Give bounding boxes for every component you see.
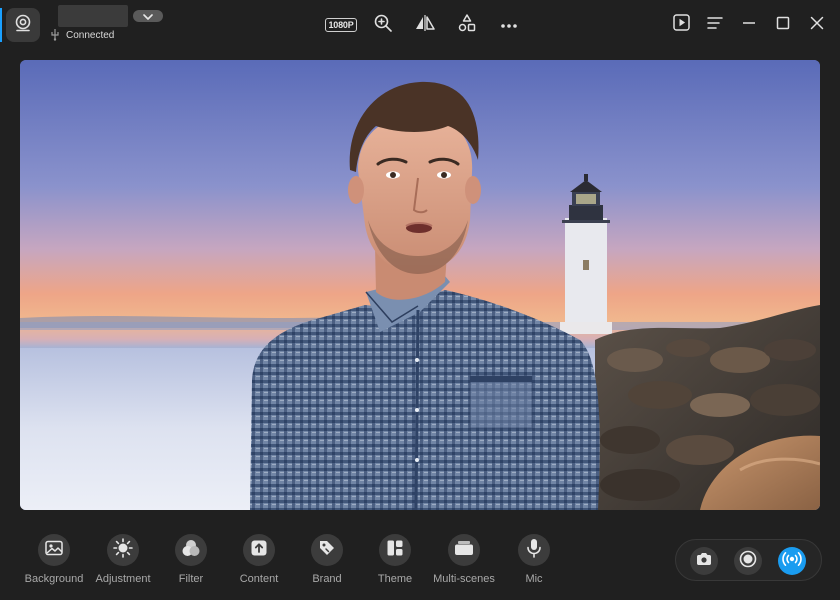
tool-circle — [311, 534, 343, 566]
layout-button[interactable] — [446, 12, 488, 38]
record-button[interactable] — [734, 547, 762, 575]
broadcast-icon — [781, 551, 803, 572]
active-indicator — [0, 8, 2, 42]
tool-label: Multi-scenes — [433, 573, 495, 585]
tool-circle — [38, 534, 70, 566]
tool-circle — [379, 534, 411, 566]
title-bar: Connected 1080P — [0, 0, 840, 50]
bottom-toolbar: Background Adjustment Filter Content Bra… — [0, 520, 840, 600]
theme-icon — [386, 539, 404, 562]
tag-icon — [318, 539, 336, 562]
more-button[interactable] — [488, 12, 530, 38]
tool-circle — [175, 534, 207, 566]
tool-label: Background — [24, 573, 84, 585]
tool-label: Brand — [312, 573, 342, 585]
mirror-icon — [415, 14, 435, 36]
record-icon — [739, 550, 757, 573]
mic-icon — [526, 538, 542, 563]
view-tools: 1080P — [320, 12, 530, 38]
close-button[interactable] — [800, 12, 834, 38]
webcam-button[interactable] — [6, 8, 40, 42]
maximize-icon — [776, 16, 790, 35]
maximize-button[interactable] — [766, 12, 800, 38]
tool-circle — [107, 534, 139, 566]
chevron-down-icon — [143, 7, 153, 25]
go-live-button[interactable] — [778, 547, 806, 575]
tool-circle — [448, 534, 480, 566]
window-controls — [664, 12, 834, 38]
close-icon — [810, 16, 824, 35]
play-icon — [672, 14, 690, 36]
zoom-in-icon — [374, 14, 392, 37]
mirror-button[interactable] — [404, 12, 446, 38]
webcam-icon — [13, 13, 33, 38]
tool-circle — [518, 534, 550, 566]
resolution-badge: 1080P — [325, 18, 357, 32]
device-dropdown[interactable] — [133, 10, 163, 22]
mic-tool[interactable]: Mic — [494, 534, 574, 585]
tool-label: Adjustment — [95, 573, 151, 585]
tool-label: Content — [239, 573, 279, 585]
background-tool[interactable]: Background — [14, 534, 94, 585]
usb-icon — [50, 29, 60, 41]
image-icon — [45, 540, 63, 561]
take-photo-button[interactable] — [690, 547, 718, 575]
multi-scenes-tool[interactable]: Multi-scenes — [424, 534, 504, 585]
upload-icon — [250, 539, 268, 562]
minimize-icon — [742, 16, 756, 35]
status-text: Connected — [66, 29, 115, 41]
theme-tool[interactable]: Theme — [355, 534, 435, 585]
tool-circle — [243, 534, 275, 566]
rocks — [595, 305, 820, 510]
scenes-icon — [454, 540, 474, 561]
shapes-icon — [458, 13, 476, 37]
play-button[interactable] — [664, 12, 698, 38]
filter-icon — [181, 538, 201, 563]
more-icon — [500, 16, 518, 34]
tool-label: Mic — [525, 573, 543, 585]
device-name — [58, 5, 128, 27]
camera-icon — [696, 552, 712, 571]
menu-button[interactable] — [698, 12, 732, 38]
minimize-button[interactable] — [732, 12, 766, 38]
zoom-button[interactable] — [362, 12, 404, 38]
resolution-button[interactable]: 1080P — [320, 12, 362, 38]
camera-preview[interactable] — [20, 60, 820, 510]
menu-icon — [707, 16, 723, 35]
tool-label: Theme — [377, 573, 413, 585]
tool-label: Filter — [178, 573, 204, 585]
brightness-icon — [113, 537, 133, 563]
connection-status: Connected — [50, 29, 114, 41]
capture-controls — [675, 539, 822, 581]
